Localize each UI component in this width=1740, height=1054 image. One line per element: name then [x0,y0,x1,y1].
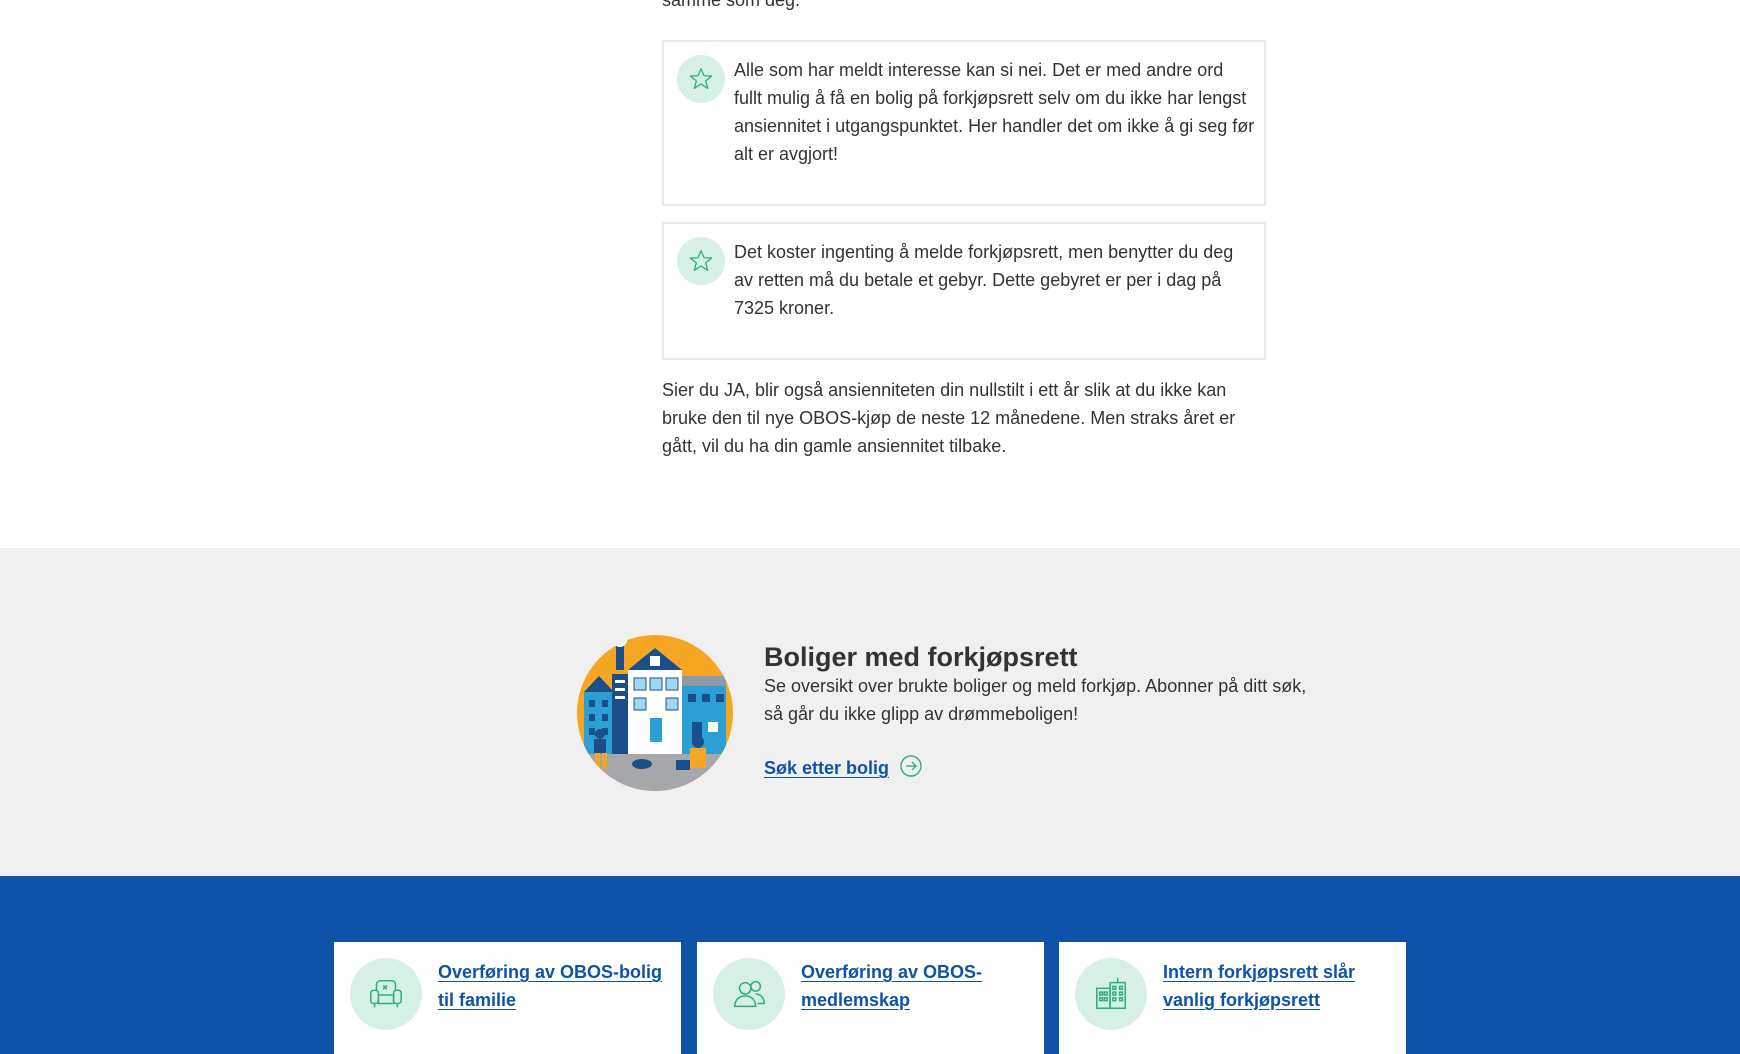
tip-text: Det koster ingenting å melde forkjøpsret… [734,242,1234,318]
search-housing-link-label: Søk etter bolig [764,758,890,778]
related-card[interactable]: Intern forkjøpsrett slår vanlig forkjøps… [1059,942,1406,1054]
page: samme som deg. Alle som har meldt intere… [0,0,1740,1054]
building-icon [1075,958,1147,1030]
card-link-label: Overføring av OBOS-bolig til familie [438,962,663,1010]
tip-box: Alle som har meldt interesse kan si nei.… [662,40,1266,206]
card-link-label: Overføring av OBOS-medlemskap [801,962,983,1010]
related-card[interactable]: Overføring av OBOS-medlemskap [697,942,1044,1054]
tip-text: Alle som har meldt interesse kan si nei.… [734,60,1255,164]
card-link-label: Intern forkjøpsrett slår vanlig forkjøps… [1163,962,1356,1010]
armchair-icon [350,958,422,1030]
promo-title: Boliger med forkjøpsrett [764,642,1078,672]
promo-section: Boliger med forkjøpsrett Se oversikt ove… [0,548,1740,876]
star-icon [677,237,725,285]
star-icon [677,55,725,103]
tip-box: Det koster ingenting å melde forkjøpsret… [662,222,1266,360]
users-icon [713,958,785,1030]
clipped-paragraph: samme som deg. [662,0,801,10]
body-paragraph: Sier du JA, blir også ansienniteten din … [662,380,1236,456]
search-housing-link[interactable]: Søk etter bolig [764,754,923,783]
houses-illustration [576,634,734,792]
arrow-right-circle-icon [899,754,923,783]
promo-text: Se oversikt over brukte boliger og meld … [764,676,1307,724]
related-card[interactable]: Overføring av OBOS-bolig til familie [334,942,681,1054]
related-section: Overføring av OBOS-bolig til familie Ove… [0,876,1740,1054]
